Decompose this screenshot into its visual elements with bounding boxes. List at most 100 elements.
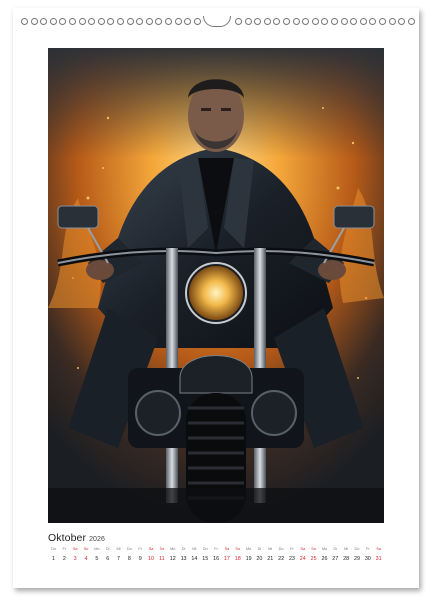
date-number: 25 [310, 556, 317, 562]
date-number: 23 [288, 556, 295, 562]
binding-hole [88, 18, 96, 25]
weekday-label: Mi [116, 547, 121, 551]
date-number: 16 [213, 556, 220, 562]
date-number: 17 [223, 556, 230, 562]
date-number: 15 [202, 556, 209, 562]
weekday-label: Mi [344, 547, 349, 551]
date-number: 28 [343, 556, 350, 562]
date-number: 5 [95, 556, 99, 562]
weekday-label: Di [257, 547, 262, 551]
binding-hole [331, 18, 338, 25]
binding-hole [155, 18, 163, 25]
date-number: 31 [375, 556, 382, 562]
date-number: 12 [169, 556, 176, 562]
date-number: 10 [148, 556, 155, 562]
weekday-label: Do [354, 547, 360, 551]
hanger-hook [203, 16, 231, 27]
date-number: 24 [299, 556, 306, 562]
binding-hole [302, 18, 310, 25]
binding-hole [350, 18, 358, 25]
weekday-label: Fr [214, 547, 218, 551]
weekday-label: Fr [290, 547, 294, 551]
binding-hole [59, 18, 67, 25]
weekday-label: Mi [192, 547, 197, 551]
weekday-label: Fr [62, 547, 67, 551]
date-number: 19 [245, 556, 252, 562]
date-number: 11 [159, 556, 165, 562]
year-label: 2026 [89, 536, 106, 543]
weekday-label: Sa [72, 547, 78, 551]
binding-hole [117, 18, 124, 25]
date-number: 9 [138, 556, 142, 562]
date-number: 27 [332, 556, 339, 562]
binding-hole [321, 18, 329, 25]
weekday-label: Mo [245, 547, 252, 551]
binding-hole [292, 18, 300, 25]
weekday-label: Mo [94, 547, 100, 551]
date-number: 18 [234, 556, 241, 562]
weekday-label: Sa [376, 547, 381, 551]
weekday-label: Sa [148, 547, 154, 551]
weekday-label: Sa [224, 547, 230, 551]
binding-hole [40, 18, 48, 25]
date-number: 7 [117, 556, 121, 562]
binding-hole [311, 18, 319, 25]
date-number: 3 [73, 556, 77, 562]
binding-hole [283, 18, 290, 25]
weekday-label: Fr [366, 547, 370, 551]
weekday-label: Do [278, 547, 284, 551]
binding-hole [359, 18, 367, 25]
weekday-label: Do [202, 547, 208, 551]
date-number: 22 [278, 556, 285, 562]
date-number: 13 [180, 556, 187, 562]
binding-hole [78, 18, 86, 25]
date-number: 1 [52, 556, 55, 562]
weekday-label: Mo [321, 547, 328, 551]
weekday-label: So [159, 547, 165, 551]
binding-hole [273, 18, 281, 25]
wire-binding [13, 16, 419, 30]
binding-hole [174, 18, 182, 25]
weekday-label: Di [181, 547, 186, 551]
date-row: 1 2 3 4 5 6 7 8 9 10 11 12 13 14 15 16 17 18 19 20 21 22 23 24 2… [48, 556, 384, 566]
binding-hole [21, 18, 28, 25]
binding-hole [126, 18, 134, 25]
calendar-grid: Oktober 2026 Do Fr Sa So Mo Di Mi Do Fr Sa So Mo Di Mi… [48, 532, 384, 572]
binding-hole [340, 18, 348, 25]
calendar-page: Oktober 2026 Do Fr Sa So Mo Di Mi Do Fr Sa So Mo Di Mi… [13, 8, 419, 588]
weekday-label: Di [105, 547, 110, 551]
weekday-label: Di [333, 547, 338, 551]
binding-hole [254, 18, 262, 25]
binding-hole [107, 18, 115, 25]
date-number: 6 [106, 556, 110, 562]
binding-hole [235, 18, 242, 25]
binding-hole [49, 18, 57, 25]
date-number: 8 [127, 556, 131, 562]
month-name: Oktober [48, 532, 87, 544]
binding-hole [69, 18, 76, 25]
date-number: 4 [84, 556, 88, 562]
binding-hole [193, 18, 201, 25]
binding-hole [136, 18, 144, 25]
binding-hole [30, 18, 38, 25]
binding-hole [263, 18, 271, 25]
date-number: 21 [267, 556, 274, 562]
binding-hole [97, 18, 105, 25]
date-number: 14 [191, 556, 198, 562]
binding-hole [379, 18, 386, 25]
weekday-label: Mi [268, 547, 273, 551]
weekday-label: Mo [170, 547, 176, 551]
binding-hole [165, 18, 172, 25]
binding-hole [369, 18, 377, 25]
binding-hole [184, 18, 192, 25]
binding-hole [388, 18, 396, 25]
weekday-label: So [83, 547, 89, 551]
weekday-label: So [311, 547, 316, 551]
weekday-label: So [235, 547, 241, 551]
weekday-label: Do [51, 547, 56, 551]
date-number: 30 [364, 556, 371, 562]
binding-hole [244, 18, 252, 25]
date-number: 2 [62, 556, 66, 562]
weekday-label: Do [126, 547, 132, 551]
biker-on-motorcycle-image [48, 48, 384, 523]
